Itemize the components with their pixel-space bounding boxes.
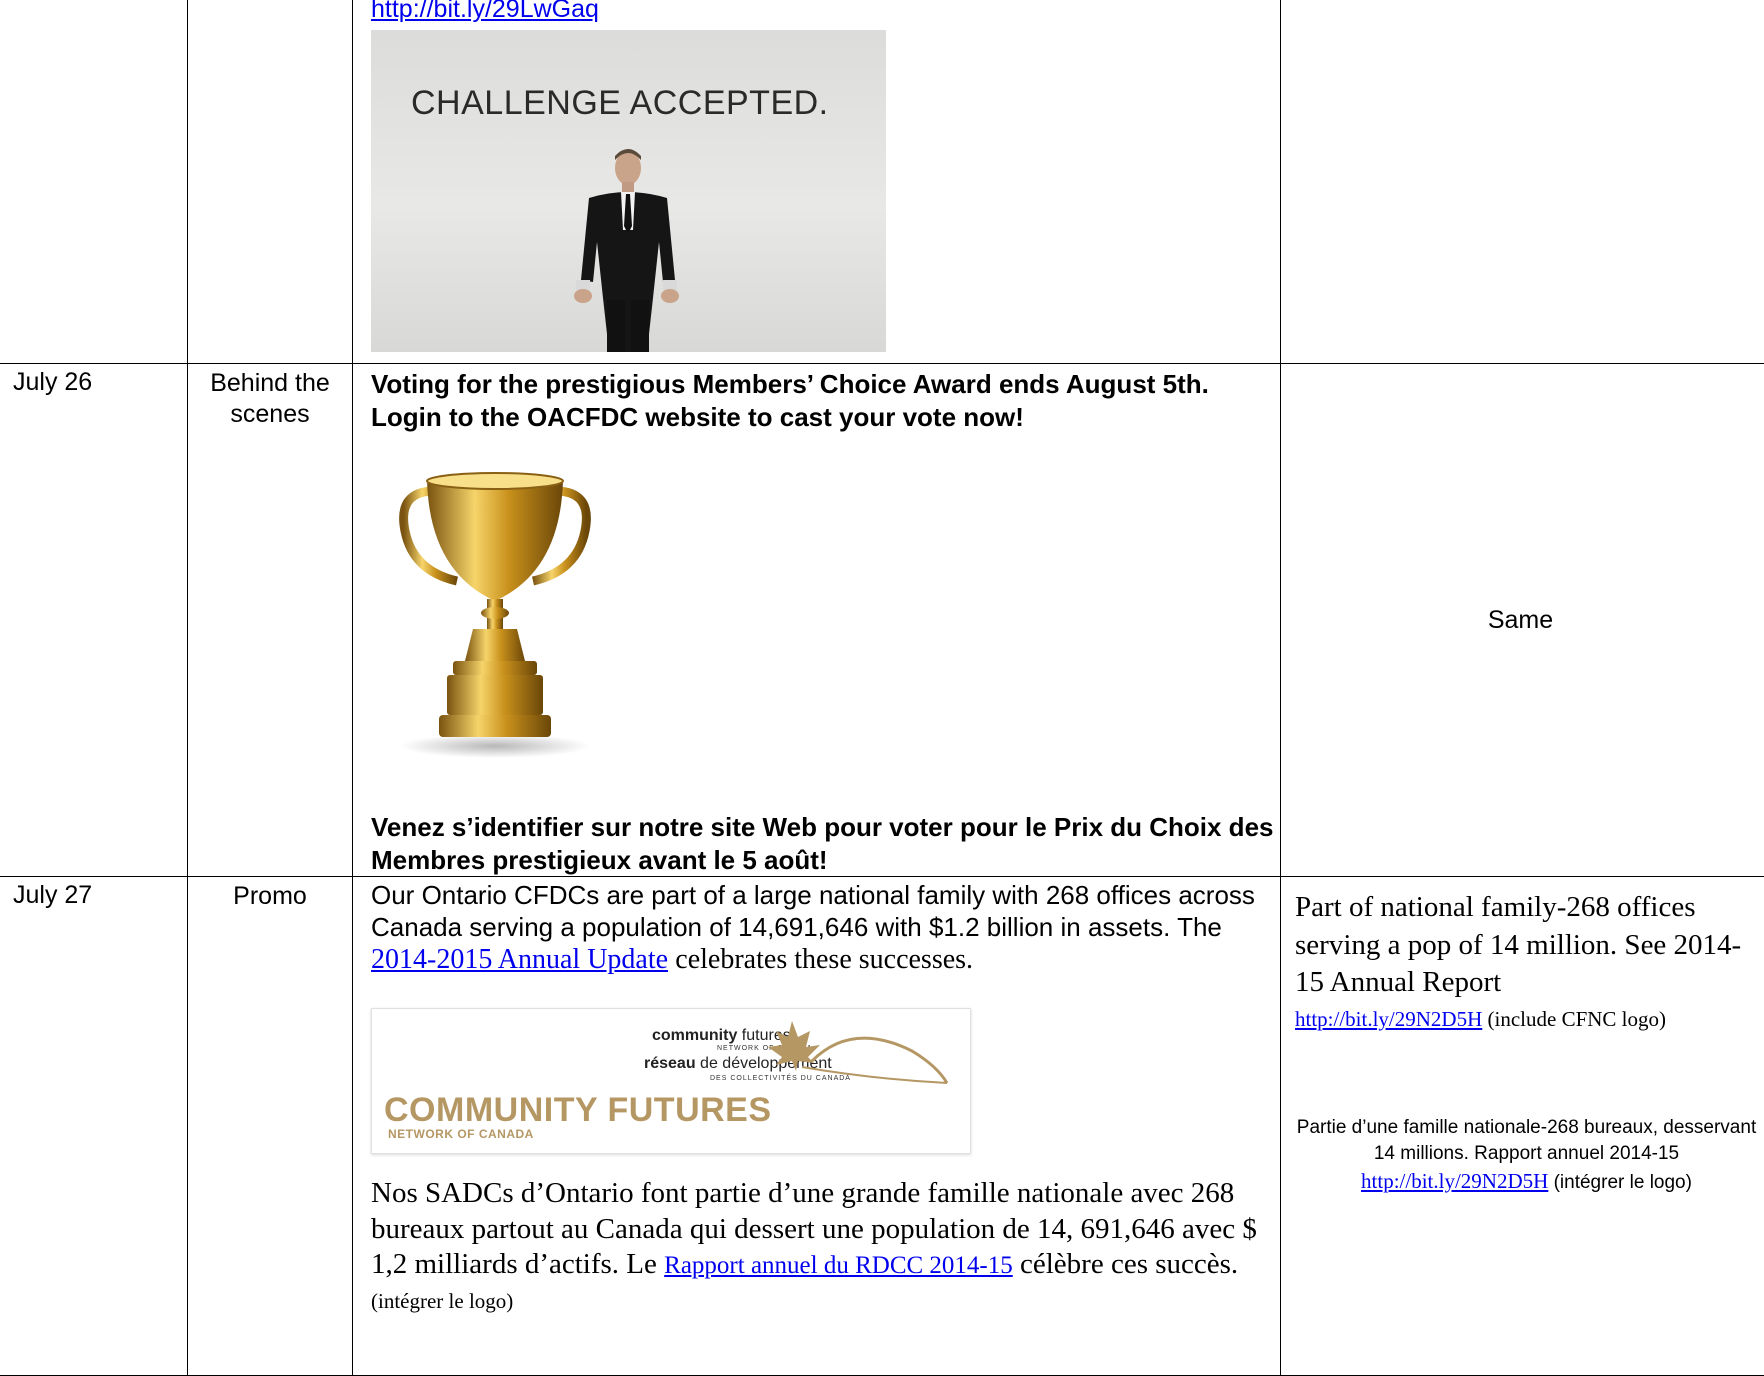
twitter-cell: Part of national family-268 offices serv… <box>1281 877 1764 1376</box>
type-cell: Behind the scenes <box>188 364 353 877</box>
content-cell: Our Ontario CFDCs are part of a large na… <box>353 877 1281 1376</box>
content-calendar-table: http://bit.ly/29LwGaq CHALLENGE ACCEPTED… <box>0 0 1764 1376</box>
table-row: July 27 Promo Our Ontario CFDCs are part… <box>0 877 1764 1376</box>
date-cell: July 26 <box>0 364 188 877</box>
maple-leaf-icon <box>762 1011 962 1101</box>
type-cell: Promo <box>188 877 353 1376</box>
table-row: http://bit.ly/29LwGaq CHALLENGE ACCEPTED… <box>0 0 1764 364</box>
twitter-cell: Same <box>1281 364 1764 877</box>
suited-man-figure <box>371 30 886 352</box>
content-cell: http://bit.ly/29LwGaq CHALLENGE ACCEPTED… <box>353 0 1281 364</box>
bitly-link[interactable]: http://bit.ly/29LwGaq <box>371 0 1280 24</box>
twitter-french-text: Partie d’une famille nationale-268 burea… <box>1295 1115 1758 1195</box>
french-post-text: Venez s’identifier sur notre site Web po… <box>371 811 1280 876</box>
cfnc-logo: community futures NETWORK OF CANADA rése… <box>371 1008 971 1154</box>
french-post-text: Nos SADCs d’Ontario font partie d’une gr… <box>371 1176 1280 1318</box>
twitter-cell <box>1281 0 1764 364</box>
same-text: Same <box>1281 606 1764 635</box>
type-cell <box>188 0 353 364</box>
annual-update-link[interactable]: 2014-2015 Annual Update <box>371 944 668 975</box>
table-row: July 26 Behind the scenes Voting for the… <box>0 364 1764 877</box>
date-cell <box>0 0 188 364</box>
bitly-link[interactable]: http://bit.ly/29N2D5H <box>1361 1169 1548 1193</box>
challenge-accepted-image: CHALLENGE ACCEPTED. <box>371 30 886 352</box>
bitly-link[interactable]: http://bit.ly/29N2D5H <box>1295 1007 1482 1031</box>
date-cell: July 27 <box>0 877 188 1376</box>
gold-trophy-image <box>395 461 595 761</box>
english-post-text: Our Ontario CFDCs are part of a large na… <box>371 879 1280 978</box>
english-post-text: Voting for the prestigious Members’ Choi… <box>371 368 1280 433</box>
content-cell: Voting for the prestigious Members’ Choi… <box>353 364 1281 877</box>
twitter-english-text: Part of national family-268 offices serv… <box>1295 889 1758 1002</box>
rapport-annuel-link[interactable]: Rapport annuel du RDCC 2014-15 <box>664 1252 1013 1279</box>
